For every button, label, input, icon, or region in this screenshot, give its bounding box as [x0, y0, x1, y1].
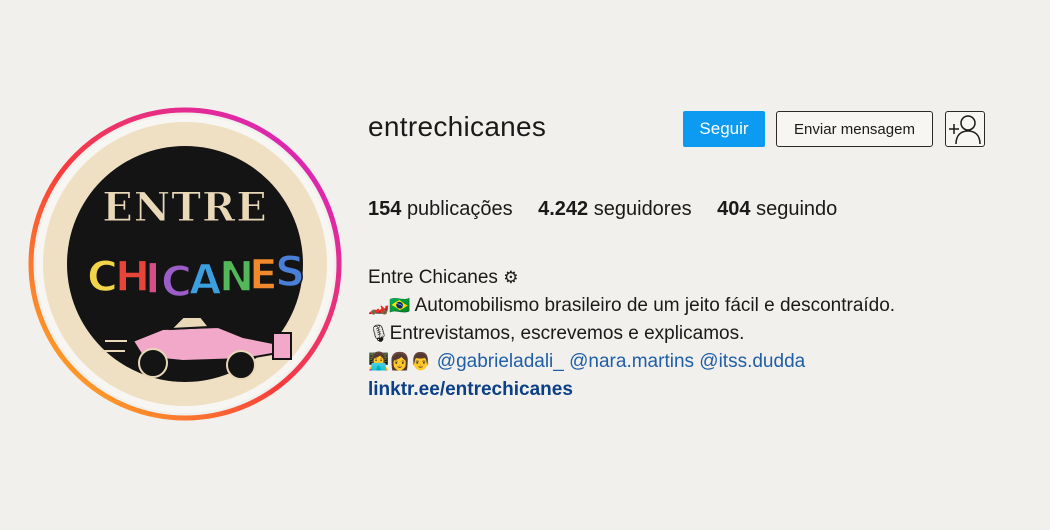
bio-line-1: 🏎️🇧🇷 Automobilismo brasileiro de um jeit…: [368, 292, 895, 320]
suggest-accounts-button[interactable]: [945, 111, 985, 147]
bio-line-2-text: Entrevistamos, escrevemos e explicamos.: [389, 323, 745, 344]
mention-link[interactable]: @itss.dudda: [699, 351, 805, 372]
bio-line-3: 👩‍💻👩👨 @gabrieladali_ @nara.martins @itss…: [368, 348, 895, 376]
stat-following-count: 404: [717, 198, 751, 220]
stat-following-label: seguindo: [756, 198, 838, 220]
microphone-icon: 🎙: [368, 324, 390, 344]
team-emoji: 👩‍💻👩👨: [368, 352, 432, 372]
send-message-button[interactable]: Enviar mensagem: [776, 111, 933, 147]
race-car-flag-emoji: 🏎️🇧🇷: [368, 296, 411, 316]
gear-icon: ⚙: [503, 268, 519, 288]
logo-text-chicanes: C H I C A N E S: [86, 246, 306, 307]
bio-website-link[interactable]: linktr.ee/entrechicanes: [368, 376, 895, 404]
profile-bio: Entre Chicanes ⚙ 🏎️🇧🇷 Automobilismo bras…: [368, 264, 895, 404]
svg-text:I: I: [145, 254, 161, 303]
stat-following[interactable]: 404 seguindo: [717, 198, 837, 221]
svg-text:C: C: [161, 257, 192, 306]
stat-followers[interactable]: 4.242 seguidores: [538, 198, 691, 221]
svg-text:C: C: [87, 252, 118, 301]
svg-text:E: E: [249, 250, 278, 299]
bio-line-2: 🎙Entrevistamos, escrevemos e explicamos.: [368, 320, 895, 348]
follow-button[interactable]: Seguir: [683, 111, 765, 147]
mention-link[interactable]: @gabrieladali_: [437, 351, 564, 372]
avatar-image: ENTRE C H I C A N E S: [28, 107, 342, 421]
bio-line-1-text: Automobilismo brasileiro de um jeito fác…: [414, 295, 896, 316]
stat-followers-count: 4.242: [538, 198, 589, 220]
svg-text:S: S: [275, 247, 305, 296]
profile-avatar[interactable]: ENTRE C H I C A N E S: [27, 106, 343, 422]
mention-link[interactable]: @nara.martins: [569, 351, 694, 372]
bio-name-line: Entre Chicanes ⚙: [368, 264, 895, 292]
logo-text-entre: ENTRE: [102, 184, 268, 231]
profile-username: entrechicanes: [368, 111, 547, 142]
stat-posts[interactable]: 154 publicações: [368, 198, 513, 221]
stat-posts-label: publicações: [406, 198, 513, 220]
bio-display-name: Entre Chicanes: [368, 267, 498, 288]
svg-text:A: A: [189, 255, 222, 304]
stat-followers-label: seguidores: [593, 198, 692, 220]
profile-stats: 154 publicações 4.242 seguidores 404 seg…: [368, 198, 857, 221]
stat-posts-count: 154: [368, 198, 402, 220]
add-user-icon: [949, 115, 981, 145]
